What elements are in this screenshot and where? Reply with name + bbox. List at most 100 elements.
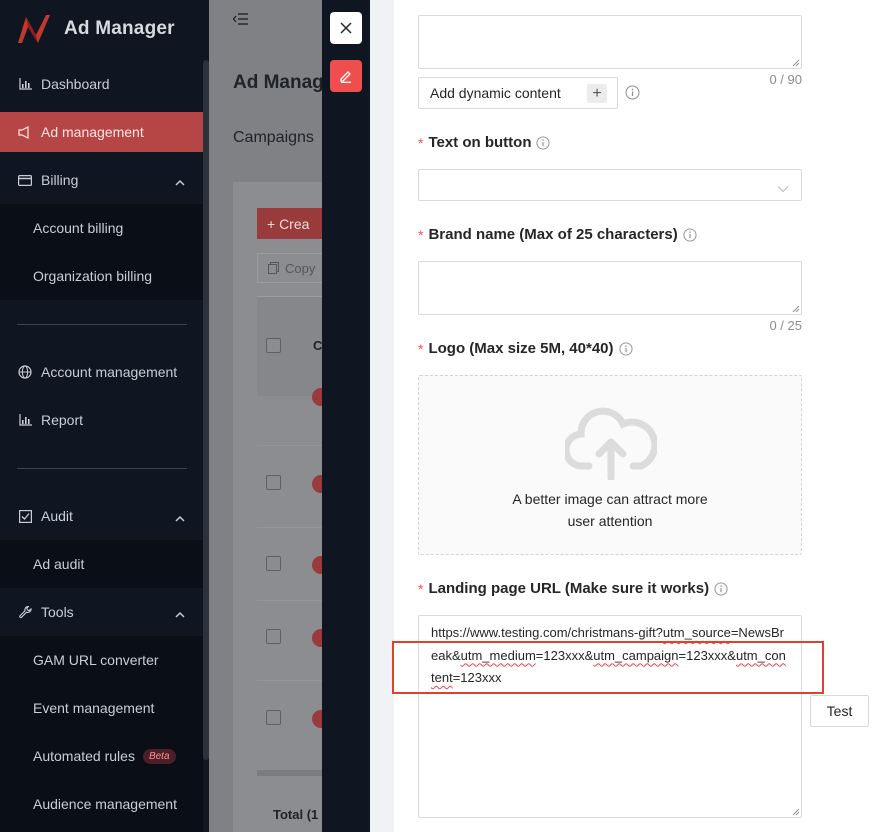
brand-name-textarea[interactable] (418, 261, 802, 315)
resize-handle-icon[interactable] (792, 808, 800, 816)
url-segment: utm_source (662, 625, 731, 640)
sidebar-item-ad-management[interactable]: Ad management (0, 112, 203, 152)
info-icon[interactable] (714, 581, 728, 596)
sidebar-item-billing[interactable]: Billing (0, 160, 203, 200)
tab-campaigns[interactable]: Campaigns (233, 129, 314, 147)
wrench-icon (18, 605, 32, 619)
sidebar-item-automated-rules[interactable]: Automated rules Beta (0, 736, 203, 776)
url-segment: utm_campaign (593, 647, 679, 663)
sidebar-divider (17, 324, 187, 325)
headline-char-counter: 0 / 90 (769, 72, 802, 87)
row-checkbox[interactable] (266, 556, 281, 571)
notification-icon (18, 125, 32, 139)
field-label-text: Landing page URL (Make sure it works) (428, 580, 710, 597)
check-square-icon (18, 509, 32, 523)
field-label-text: Text on button (428, 134, 532, 151)
sidebar-item-dashboard[interactable]: Dashboard (0, 64, 203, 104)
sidebar-item-event-management[interactable]: Event management (0, 688, 203, 728)
brand-name-label: * Brand name (Max of 25 characters) (418, 226, 697, 243)
text-on-button-label: * Text on button (418, 134, 551, 151)
row-checkbox[interactable] (266, 629, 281, 644)
url-segment: =123xxx (452, 670, 502, 685)
test-url-button[interactable]: Test (810, 695, 869, 727)
url-segment: https://www.testing.com/christmans-gift? (431, 625, 663, 640)
required-mark: * (418, 134, 424, 151)
field-label-text: Logo (Max size 5M, 40*40) (428, 340, 614, 357)
bar-chart-icon (18, 413, 32, 427)
table-column-header: C (313, 338, 322, 353)
info-icon[interactable] (683, 227, 697, 242)
sidebar-item-gam-url-converter[interactable]: GAM URL converter (0, 640, 203, 680)
edit-icon (340, 71, 351, 83)
sidebar-divider (17, 468, 187, 469)
bar-chart-icon (18, 77, 32, 91)
sidebar-item-ad-audit[interactable]: Ad audit (0, 544, 203, 584)
headline-textarea[interactable] (418, 15, 802, 69)
app-logo[interactable]: Ad Manager (16, 12, 175, 46)
info-icon[interactable] (625, 85, 640, 103)
ad-form: 0 / 90 Add dynamic content + * Text on b… (394, 0, 881, 832)
sidebar-item-account-management[interactable]: Account management (0, 352, 203, 392)
logo-upload-dropzone[interactable]: A better image can attract more user att… (418, 375, 802, 555)
sidebar-item-label: Account billing (33, 220, 124, 236)
select-all-checkbox[interactable] (266, 338, 281, 353)
landing-url-value: https://www.testing.com/christmans-gift?… (431, 622, 787, 690)
sidebar-item-label: Ad management (41, 124, 144, 140)
url-segment: =123xxx& (678, 647, 736, 663)
copy-label: Copy (285, 260, 316, 276)
chevron-up-icon (175, 510, 185, 526)
info-icon[interactable] (536, 135, 551, 150)
copy-icon (268, 262, 279, 274)
sidebar-item-audit[interactable]: Audit (0, 496, 203, 536)
globe-icon (18, 365, 32, 379)
beta-badge: Beta (142, 748, 176, 764)
sidebar-item-label: Billing (41, 172, 79, 188)
page-title: Ad Manag (233, 72, 322, 93)
row-divider (257, 600, 322, 601)
resize-handle-icon[interactable] (792, 305, 800, 313)
logo-label: * Logo (Max size 5M, 40*40) (418, 340, 633, 357)
sidebar-item-report[interactable]: Report (0, 400, 203, 440)
chevron-up-icon (175, 606, 185, 622)
brand-name-char-counter: 0 / 25 (769, 318, 802, 333)
add-dynamic-content-button[interactable]: Add dynamic content + (418, 77, 618, 109)
sidebar-item-label: Account management (41, 364, 178, 380)
sidebar-item-organization-billing[interactable]: Organization billing (0, 256, 203, 296)
edit-button[interactable] (330, 60, 362, 92)
row-divider (257, 527, 322, 528)
chevron-down-icon (777, 180, 789, 196)
table-scrollbar[interactable] (257, 770, 322, 776)
row-checkbox[interactable] (266, 475, 281, 490)
copy-button[interactable]: Copy (257, 253, 322, 283)
sidebar-item-label: Automated rules (33, 748, 135, 764)
upload-hint-line2: user attention (567, 513, 653, 529)
sidebar-item-label: Event management (33, 700, 155, 716)
url-segment: =123xxx& (535, 647, 594, 663)
dynamic-content-label: Add dynamic content (430, 85, 561, 101)
sidebar-item-tools[interactable]: Tools (0, 592, 203, 632)
close-button[interactable] (330, 12, 362, 44)
sidebar: Ad Manager Dashboard Ad management Billi… (0, 0, 209, 832)
sidebar-item-label: Dashboard (41, 76, 110, 92)
row-checkbox[interactable] (266, 710, 281, 725)
sidebar-item-label: Report (41, 412, 84, 428)
landing-url-textarea[interactable]: https://www.testing.com/christmans-gift?… (418, 615, 802, 818)
info-icon[interactable] (618, 341, 633, 356)
logo-icon (18, 15, 50, 43)
row-divider (257, 445, 322, 446)
create-button[interactable]: + Crea (257, 208, 322, 239)
sidebar-item-label: GAM URL converter (33, 652, 159, 668)
required-mark: * (418, 226, 424, 243)
text-on-button-select[interactable] (418, 169, 802, 201)
upload-hint-line1: A better image can attract more (512, 491, 708, 507)
sidebar-item-label: Tools (41, 604, 74, 620)
resize-handle-icon[interactable] (792, 59, 800, 67)
main-content-overlay: Ad Manag Campaigns + Crea Copy C Total (… (209, 0, 322, 832)
sidebar-item-audience-management[interactable]: Audience management (0, 784, 203, 824)
app-title: Ad Manager (64, 18, 175, 39)
sidebar-item-label: Ad audit (33, 556, 85, 572)
row-divider (257, 680, 322, 681)
menu-fold-icon[interactable] (232, 12, 249, 29)
drawer-action-strip (322, 0, 370, 832)
sidebar-item-account-billing[interactable]: Account billing (0, 208, 203, 248)
